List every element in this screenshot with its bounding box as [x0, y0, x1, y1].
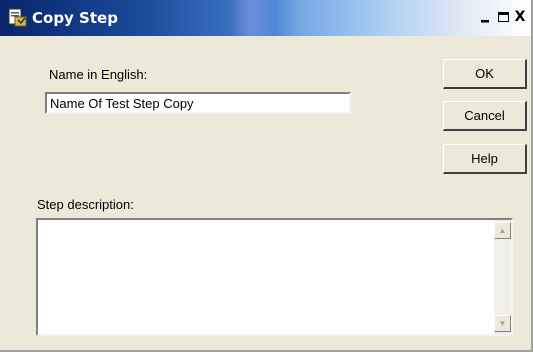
maximize-button[interactable] — [495, 9, 511, 25]
help-button[interactable]: Help — [443, 144, 527, 174]
scroll-up-arrow-icon[interactable]: ▲ — [494, 222, 511, 239]
minimize-button[interactable] — [478, 9, 494, 25]
minimize-icon — [478, 13, 494, 29]
copy-step-app-icon — [8, 8, 28, 28]
scroll-down-arrow-icon[interactable]: ▼ — [494, 315, 511, 332]
close-icon: X — [514, 9, 526, 25]
close-button[interactable]: X — [512, 9, 528, 25]
maximize-icon — [497, 12, 509, 22]
dialog-title: Copy Step — [32, 9, 118, 27]
vertical-scrollbar[interactable]: ▲ ▼ — [494, 220, 511, 334]
ok-button[interactable]: OK — [443, 59, 527, 89]
description-textarea[interactable]: ▲ ▼ — [36, 218, 513, 336]
name-input[interactable] — [45, 92, 351, 114]
copy-step-dialog: Copy Step X Name in English: OK Cancel H… — [0, 0, 533, 352]
description-label: Step description: — [37, 197, 134, 212]
cancel-button[interactable]: Cancel — [443, 101, 527, 131]
name-label: Name in English: — [49, 67, 148, 82]
title-bar[interactable]: Copy Step X — [0, 0, 531, 36]
